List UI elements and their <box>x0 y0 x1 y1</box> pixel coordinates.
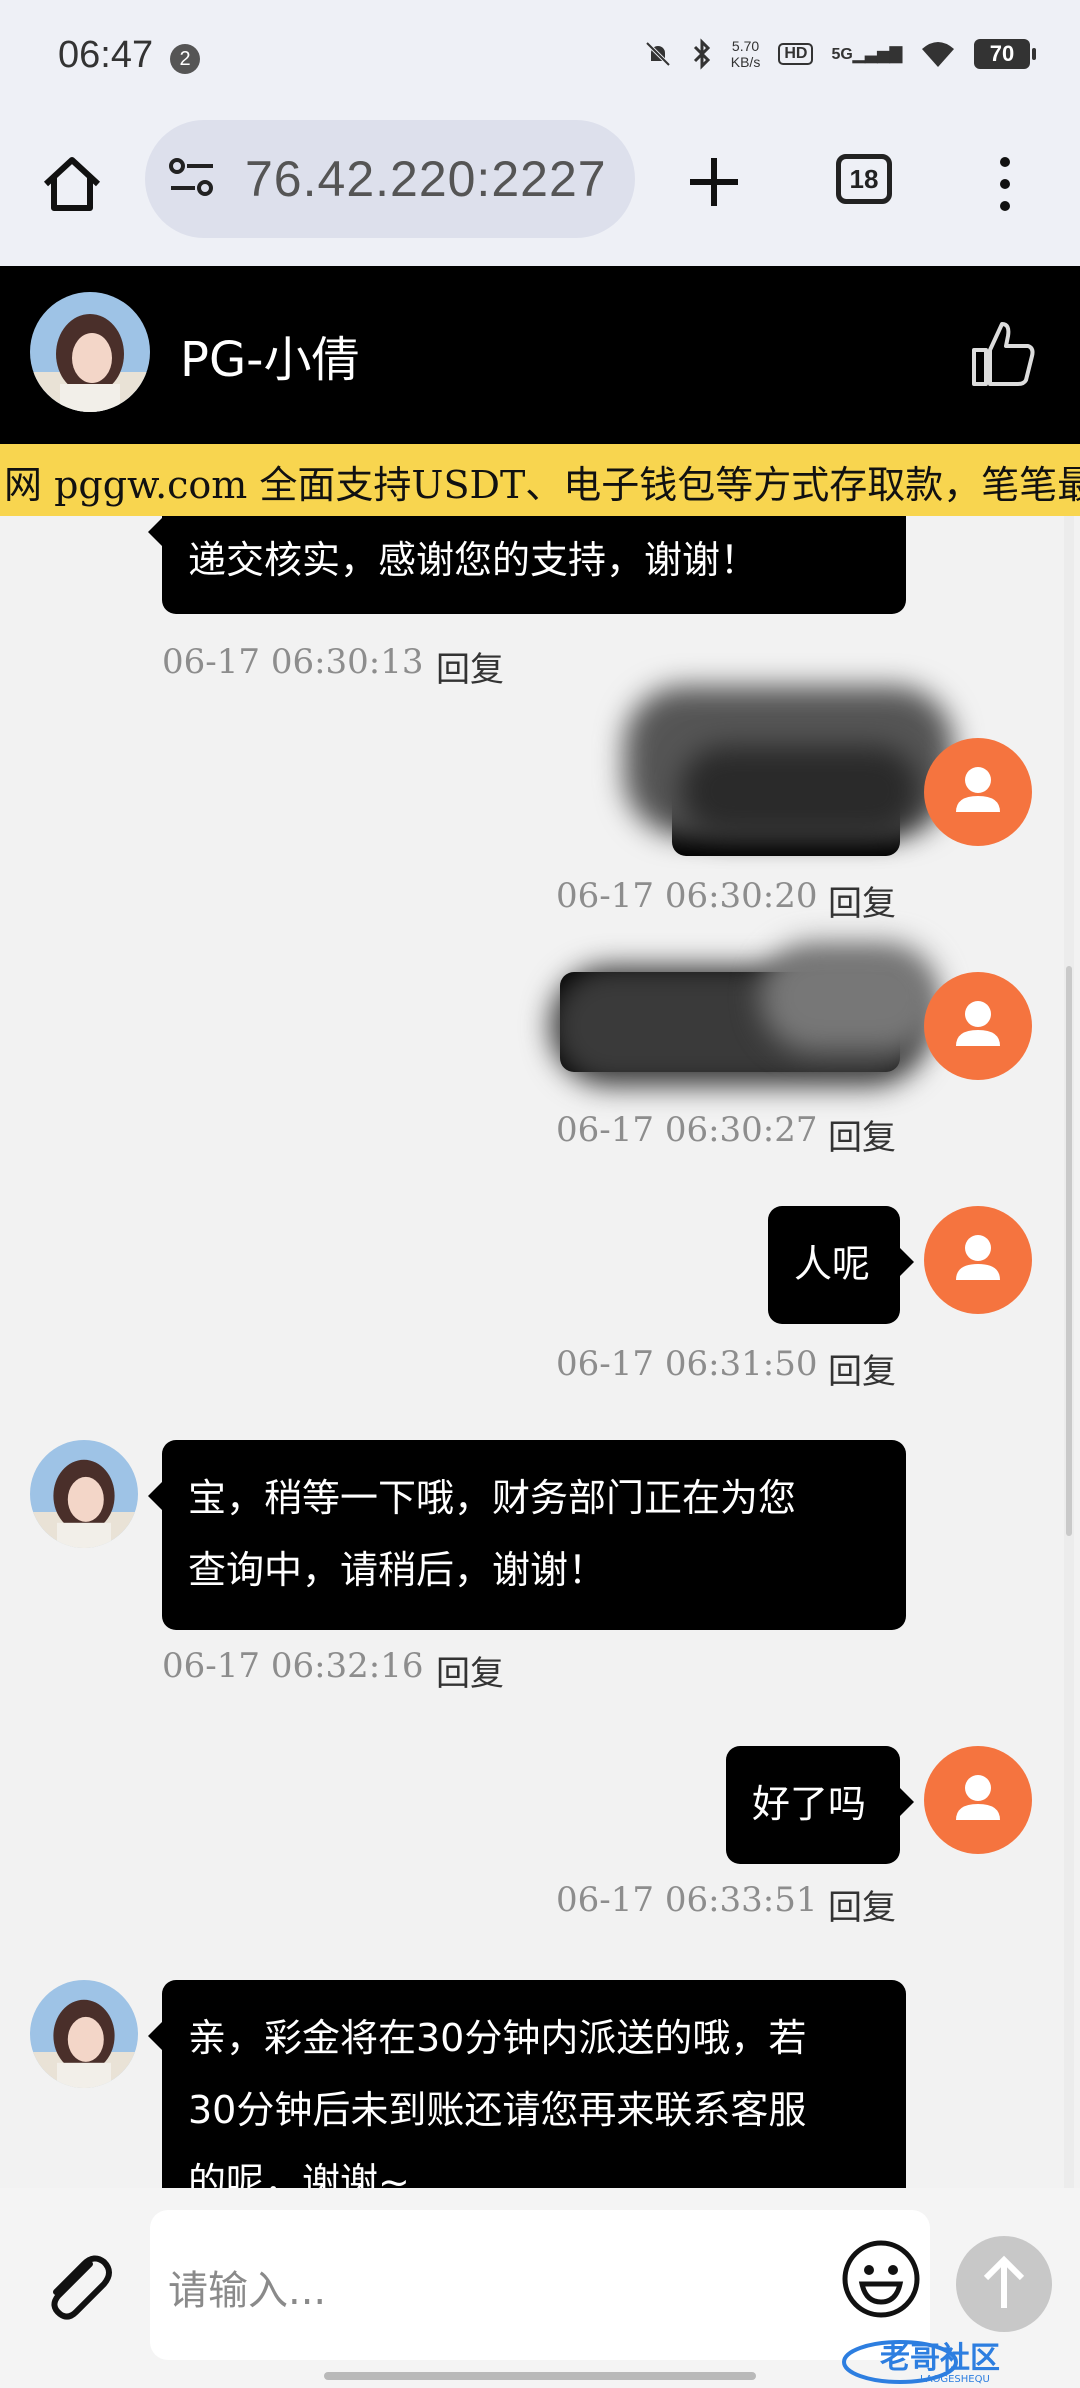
browser-toolbar: 76.42.220:2227 18 <box>0 120 1080 268</box>
network-indicator: 5G▁▃▅▇ <box>831 46 902 63</box>
marquee-text: 网 pggw.com 全面支持USDT、电子钱包等方式存取款，笔笔最 <box>4 463 1080 507</box>
home-icon[interactable] <box>38 150 106 218</box>
plus-icon[interactable] <box>680 148 748 216</box>
message-line: 查询中，请稍后，谢谢！ <box>188 1548 607 1592</box>
message-timestamp: 06-17 06:30:13 <box>162 642 424 682</box>
message-bubble-user[interactable]: 人呢 <box>768 1206 914 1324</box>
battery-indicator: 70 <box>974 39 1036 69</box>
bluetooth-icon <box>693 38 710 70</box>
reply-link[interactable]: 回复 <box>828 876 896 925</box>
message-timestamp: 06-17 06:31:50 <box>556 1344 818 1384</box>
message-timestamp: 06-17 06:32:16 <box>162 1646 424 1686</box>
user-avatar[interactable] <box>924 1206 1032 1314</box>
send-button[interactable] <box>956 2236 1052 2332</box>
user-icon <box>956 1775 1000 1820</box>
announcement-marquee: 网 pggw.com 全面支持USDT、电子钱包等方式存取款，笔笔最 <box>0 444 1080 516</box>
status-bar: 06:47 2 5.70 KB/s HD 5G▁▃▅▇ 70 <box>0 0 1080 120</box>
message-timestamp: 06-17 06:30:20 <box>556 876 818 916</box>
notification-badge: 2 <box>170 44 200 74</box>
message-bubble-user[interactable]: 好了吗 <box>726 1746 914 1864</box>
status-time: 06:47 <box>58 34 154 76</box>
tabs-icon[interactable]: 18 <box>836 154 892 204</box>
user-icon <box>956 767 1000 812</box>
send-arrow-icon <box>983 2255 1025 2308</box>
emoji-icon[interactable] <box>840 2238 922 2320</box>
user-avatar[interactable] <box>924 1746 1032 1854</box>
user-avatar[interactable] <box>924 972 1032 1080</box>
message-line: 好了吗 <box>752 1782 867 1826</box>
agent-avatar[interactable] <box>30 1440 138 1548</box>
message-line: 人呢 <box>794 1242 871 1286</box>
thumbs-up-icon[interactable] <box>968 318 1036 390</box>
message-bubble-agent[interactable]: 递交核实，感谢您的支持，谢谢！ <box>148 516 906 614</box>
mute-bell-icon <box>645 41 671 67</box>
chat-message-list[interactable]: 递交核实，感谢您的支持，谢谢！ 06-17 06:30:13 回复 06-17 … <box>0 516 1080 2188</box>
watermark-text: 老哥社区 <box>880 2341 1000 2376</box>
message-line: 递交核实，感谢您的支持，谢谢！ <box>188 538 759 582</box>
message-line: 亲，彩金将在30分钟内派送的哦，若 <box>188 2016 807 2060</box>
reply-link[interactable]: 回复 <box>828 1110 896 1159</box>
message-bubble-agent[interactable]: 亲，彩金将在30分钟内派送的哦，若 30分钟后未到账还请您再来联系客服 的呢，谢… <box>148 1980 906 2188</box>
net-speed: 5.70 KB/s <box>730 38 761 70</box>
more-vert-icon[interactable] <box>990 150 1020 218</box>
chat-title: PG-小倩 <box>180 332 360 388</box>
url-text: 76.42.220:2227 <box>245 151 607 207</box>
user-icon <box>956 1001 1000 1046</box>
hd-indicator: HD <box>778 43 814 65</box>
message-line: 30分钟后未到账还请您再来联系客服 <box>188 2088 807 2132</box>
agent-avatar[interactable] <box>30 1980 138 2088</box>
message-line: 宝，稍等一下哦，财务部门正在为您 <box>188 1476 797 1520</box>
gesture-nav-bar[interactable] <box>324 2372 756 2380</box>
reply-link[interactable]: 回复 <box>828 1880 896 1929</box>
reply-link[interactable]: 回复 <box>436 1646 504 1695</box>
agent-avatar[interactable] <box>30 292 150 412</box>
reply-link[interactable]: 回复 <box>828 1344 896 1393</box>
reply-link[interactable]: 回复 <box>436 642 504 691</box>
site-settings-icon[interactable] <box>167 154 219 202</box>
scrollbar-thumb[interactable] <box>1066 966 1072 1536</box>
message-input-placeholder: 请输入... <box>168 2268 327 2314</box>
user-icon <box>956 1235 1000 1280</box>
user-avatar[interactable] <box>924 738 1032 846</box>
url-bar[interactable]: 76.42.220:2227 <box>145 120 635 238</box>
wifi-icon <box>922 42 954 67</box>
watermark-logo: 老哥社区 LAOGESHEQU <box>842 2340 1000 2384</box>
message-bubble-agent[interactable]: 宝，稍等一下哦，财务部门正在为您 查询中，请稍后，谢谢！ <box>148 1440 906 1630</box>
redaction-blur <box>680 746 920 836</box>
status-icons: 5.70 KB/s HD 5G▁▃▅▇ 70 <box>643 38 1036 70</box>
attach-icon[interactable] <box>34 2246 118 2330</box>
chat-header: PG-小倩 <box>0 266 1080 444</box>
redaction-blur <box>760 942 940 1052</box>
message-line: 的呢，谢谢~ <box>188 2160 410 2188</box>
message-timestamp: 06-17 06:30:27 <box>556 1110 818 1150</box>
watermark-subtext: LAOGESHEQU <box>920 2374 990 2384</box>
message-input[interactable]: 请输入... <box>150 2210 930 2360</box>
message-timestamp: 06-17 06:33:51 <box>556 1880 818 1920</box>
